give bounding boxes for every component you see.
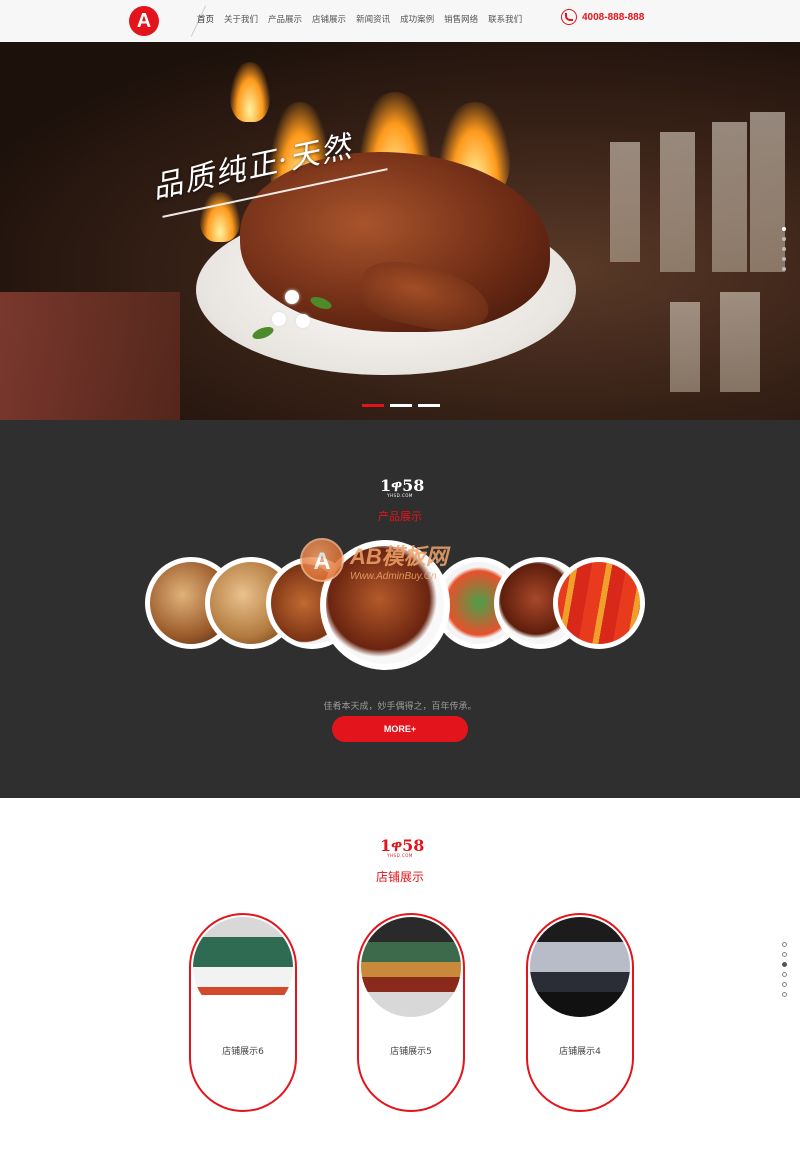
side-dot[interactable]	[782, 982, 787, 987]
hotline: 4008-888-888	[561, 9, 644, 25]
more-button[interactable]: MORE+	[332, 716, 468, 742]
brand-mark: 1ዋ58 YHSD.COM	[380, 478, 424, 498]
store-label: 店铺展示5	[390, 1047, 432, 1057]
watermark-url: Www.AdminBuy.Cn	[350, 570, 437, 582]
bg-window	[750, 112, 785, 272]
side-dot[interactable]	[782, 942, 787, 947]
slider-dot[interactable]	[418, 404, 440, 407]
section-dot[interactable]	[782, 227, 786, 231]
nav-item-contact[interactable]: 联系我们	[488, 0, 522, 42]
bg-window	[670, 302, 700, 392]
site-logo[interactable]: A	[129, 6, 159, 36]
section-pagination	[782, 227, 786, 271]
store-card[interactable]: 店铺展示4	[526, 913, 634, 1112]
nav-item-sales-network[interactable]: 销售网络	[444, 0, 478, 42]
store-card[interactable]: 店铺展示5	[357, 913, 465, 1112]
flame-image	[230, 62, 270, 122]
watermark-title: AB模板网	[350, 543, 448, 569]
side-dot[interactable]	[782, 992, 787, 997]
store-label: 店铺展示6	[222, 1047, 264, 1057]
nav-item-about[interactable]: 关于我们	[224, 0, 258, 42]
section-dot[interactable]	[782, 247, 786, 251]
section-dot[interactable]	[782, 267, 786, 271]
product-tagline: 佳肴本天成，妙手偶得之，百年传承。	[323, 702, 477, 712]
hotline-number: 4008-888-888	[582, 11, 645, 23]
store-card[interactable]: 店铺展示6	[189, 913, 297, 1112]
stores-section: 1ዋ58 YHSD.COM 店铺展示 店铺展示6 店铺展示5 店铺展示4	[0, 798, 800, 1159]
side-dot[interactable]	[782, 962, 787, 967]
side-pagination	[782, 942, 787, 997]
nav-item-products[interactable]: 产品展示	[268, 0, 302, 42]
product-circle[interactable]	[553, 557, 645, 649]
flower-image	[272, 312, 286, 326]
bg-window	[660, 132, 695, 272]
nav-item-cases[interactable]: 成功案例	[400, 0, 434, 42]
nav-item-stores[interactable]: 店铺展示	[312, 0, 346, 42]
store-image	[530, 917, 630, 1017]
slider-dot[interactable]	[390, 404, 412, 407]
side-dot[interactable]	[782, 952, 787, 957]
bg-window	[712, 122, 747, 272]
section-dot[interactable]	[782, 237, 786, 241]
store-image	[193, 917, 293, 1017]
products-section: 1ዋ58 YHSD.COM 产品展示 A AB模板网 Www.AdminBuy.…	[0, 420, 800, 798]
phone-icon	[561, 9, 577, 25]
nav-item-news[interactable]: 新闻资讯	[356, 0, 390, 42]
main-nav: 首页 关于我们 产品展示 店铺展示 新闻资讯 成功案例 销售网络 联系我们	[197, 0, 532, 42]
watermark: A AB模板网 Www.AdminBuy.Cn	[300, 538, 448, 582]
bg-window	[720, 292, 760, 392]
side-dot[interactable]	[782, 972, 787, 977]
flower-image	[285, 290, 299, 304]
bg-window	[610, 142, 640, 262]
watermark-logo: A	[300, 538, 344, 582]
flower-image	[296, 314, 310, 328]
section-title: 店铺展示	[375, 870, 424, 884]
site-header: A 首页 关于我们 产品展示 店铺展示 新闻资讯 成功案例 销售网络 联系我们 …	[0, 0, 800, 42]
section-dot[interactable]	[782, 257, 786, 261]
bg-shelf	[0, 292, 180, 420]
section-title: 产品展示	[378, 510, 422, 523]
hero-banner[interactable]: 品质纯正·天然	[0, 42, 800, 420]
slider-pagination	[362, 404, 440, 407]
store-label: 店铺展示4	[559, 1047, 601, 1057]
brand-mark: 1ዋ58 YHSD.COM	[380, 838, 424, 858]
nav-item-home[interactable]: 首页	[197, 0, 214, 42]
slider-dot[interactable]	[362, 404, 384, 407]
store-image	[361, 917, 461, 1017]
